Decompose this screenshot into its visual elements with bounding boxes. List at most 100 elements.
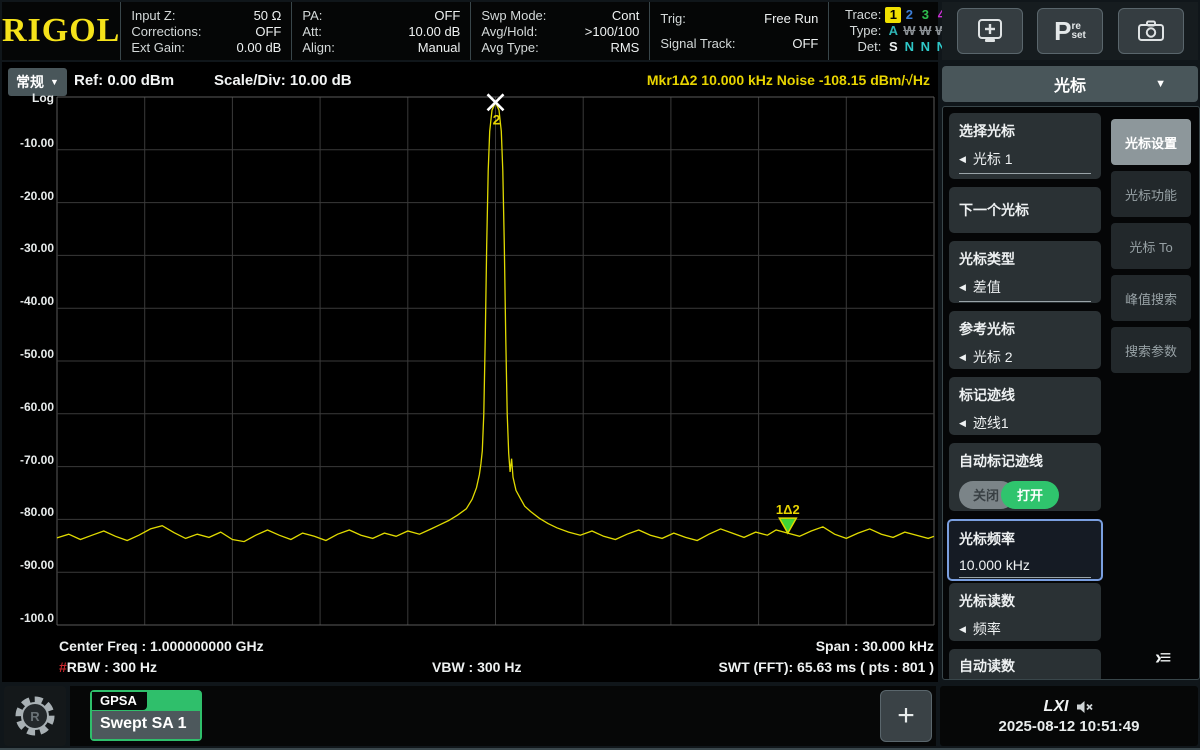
expand-menu-icon[interactable]: ›≡ bbox=[1155, 647, 1169, 670]
menu-button-4[interactable]: 标记迹线 ◀迹线1 bbox=[949, 377, 1101, 435]
auto-mark-trace-toggle[interactable]: 关闭打开 bbox=[959, 481, 1091, 509]
status-label: Ext Gain: bbox=[131, 40, 184, 55]
menu-button-6[interactable]: 光标频率10.000 kHz bbox=[947, 519, 1103, 581]
arrow-left-icon: ◀ bbox=[959, 282, 966, 293]
legend-label: Det: bbox=[837, 39, 881, 55]
status-label: Signal Track: bbox=[660, 36, 735, 51]
side-tab-1[interactable]: 光标功能 bbox=[1111, 171, 1191, 217]
delta-marker-label: 1Δ2 bbox=[776, 502, 800, 517]
menu-button-title: 自动标记迹线 bbox=[949, 443, 1101, 471]
camera-icon bbox=[1137, 20, 1165, 42]
legend-cell-1[interactable]: 1 bbox=[885, 7, 901, 23]
toggle-on-label[interactable]: 打开 bbox=[1001, 481, 1059, 509]
instrument-status-groups: Input Z:50 ΩCorrections:OFFExt Gain:0.00… bbox=[120, 2, 828, 60]
status-label: Corrections: bbox=[131, 24, 201, 39]
status-row: Input Z:50 Ω bbox=[131, 8, 281, 23]
menu-button-8[interactable]: 自动读数 bbox=[949, 649, 1101, 680]
legend-cell-3[interactable]: N bbox=[917, 39, 933, 55]
status-label: Att: bbox=[302, 24, 322, 39]
side-tab-3[interactable]: 峰值搜索 bbox=[1111, 275, 1191, 321]
top-status-bar: RIGOL Input Z:50 ΩCorrections:OFFExt Gai… bbox=[2, 2, 938, 60]
menu-button-5[interactable]: 自动标记迹线关闭打开 bbox=[949, 443, 1101, 511]
side-panel-title-label: 光标 bbox=[1054, 72, 1086, 96]
app-tab-swept-sa[interactable]: GPSA Swept SA 1 bbox=[90, 690, 202, 741]
y-axis-tick-label: -80.00 bbox=[4, 505, 54, 519]
legend-cell-3[interactable]: 3 bbox=[917, 7, 933, 23]
span-annotation[interactable]: Span : 30.000 kHz bbox=[816, 638, 934, 654]
app-tab-label: Swept SA 1 bbox=[92, 711, 200, 739]
ref-level-value[interactable]: Ref: 0.00 dBm bbox=[74, 72, 174, 89]
status-row: Avg Type: RMS bbox=[481, 40, 639, 55]
scale-div-value[interactable]: Scale/Div: 10.00 dB bbox=[214, 72, 352, 89]
status-value: Cont bbox=[612, 8, 639, 23]
status-row: Corrections:OFF bbox=[131, 24, 281, 39]
side-tab-2[interactable]: 光标 To bbox=[1111, 223, 1191, 269]
y-axis-tick-label: -70.00 bbox=[4, 453, 54, 467]
marker-menu-panel: 选择光标◀光标 1 下一个光标光标类型◀差值参考光标◀光标 2 标记迹线 ◀迹线1 自动… bbox=[942, 106, 1200, 680]
menu-button-7[interactable]: 光标读数 ◀频率 bbox=[949, 583, 1101, 641]
side-tab-0[interactable]: 光标设置 bbox=[1111, 119, 1191, 165]
status-label: Trig: bbox=[660, 11, 686, 26]
y-axis-tick-label: -10.00 bbox=[4, 136, 54, 150]
top-right-buttons: P reset bbox=[942, 2, 1198, 60]
menu-button-0[interactable]: 选择光标◀光标 1 bbox=[949, 113, 1101, 179]
status-group-0: Input Z:50 ΩCorrections:OFFExt Gain:0.00… bbox=[120, 2, 291, 60]
chevron-down-icon: ▼ bbox=[50, 77, 59, 87]
status-value: >100/100 bbox=[585, 24, 640, 39]
app-tab-bar: GPSA Swept SA 1 + bbox=[70, 686, 936, 746]
status-row: Align:Manual bbox=[302, 40, 460, 55]
legend-cell-1[interactable]: A bbox=[885, 23, 901, 39]
marker-readout: Mkr1Δ2 10.000 kHz Noise -108.15 dBm/√Hz bbox=[647, 72, 930, 88]
status-label: Avg Type: bbox=[481, 40, 538, 55]
rbw-coupled-hash: # bbox=[59, 659, 67, 675]
menu-button-value: ◀迹线1 bbox=[959, 413, 1091, 435]
menu-button-title: 自动读数 bbox=[949, 649, 1101, 680]
status-group-2: Swp Mode:ContAvg/Hold:>100/100Avg Type:R… bbox=[470, 2, 649, 60]
status-group-1: PA:OFFAtt:10.00 dBAlign:Manual bbox=[291, 2, 470, 60]
center-freq-annotation[interactable]: Center Freq : 1.000000000 GHz bbox=[59, 638, 264, 654]
gear-icon: R bbox=[11, 692, 59, 740]
status-row: Ext Gain:0.00 dB bbox=[131, 40, 281, 55]
preset-button[interactable]: P reset bbox=[1037, 8, 1103, 54]
status-group-3: Trig:Free RunSignal Track:OFF bbox=[649, 2, 828, 60]
spectrum-analyzer-screen: { "header": { "logo": "RIGOL", "info_gro… bbox=[0, 0, 1200, 750]
menu-button-3[interactable]: 参考光标◀光标 2 bbox=[949, 311, 1101, 369]
graticule-plot-area[interactable]: 21Δ2 bbox=[57, 97, 934, 625]
y-axis-tick-label: -40.00 bbox=[4, 294, 54, 308]
rigol-logo: RIGOL bbox=[2, 2, 120, 60]
menu-button-title: 光标频率 bbox=[949, 521, 1101, 549]
legend-cell-2[interactable]: W bbox=[901, 23, 917, 39]
status-label: Input Z: bbox=[131, 8, 175, 23]
legend-label: Trace: bbox=[837, 7, 881, 23]
vbw-annotation[interactable]: VBW : 300 Hz bbox=[432, 659, 521, 675]
y-axis-tick-label: -60.00 bbox=[4, 400, 54, 414]
status-value: OFF bbox=[434, 8, 460, 23]
screenshot-button[interactable] bbox=[1118, 8, 1184, 54]
status-value: RMS bbox=[610, 40, 639, 55]
menu-button-value: ◀光标 2 bbox=[959, 347, 1091, 369]
legend-cell-1[interactable]: S bbox=[885, 39, 901, 55]
status-row: Signal Track:OFF bbox=[660, 36, 818, 51]
side-panel-title[interactable]: 光标 ▼ bbox=[942, 66, 1198, 102]
status-label: Swp Mode: bbox=[481, 8, 546, 23]
side-tab-4[interactable]: 搜索参数 bbox=[1111, 327, 1191, 373]
menu-button-value: ◀频率 bbox=[959, 619, 1091, 641]
legend-cell-2[interactable]: N bbox=[901, 39, 917, 55]
system-gear-button[interactable]: R bbox=[4, 686, 66, 746]
system-status-panel[interactable]: LXI 2025-08-12 10:51:49 bbox=[940, 686, 1198, 746]
scale-mode-label: 常规 bbox=[16, 72, 44, 92]
add-window-button[interactable]: + bbox=[880, 690, 932, 742]
arrow-left-icon: ◀ bbox=[959, 418, 966, 429]
menu-button-title: 标记迹线 bbox=[949, 377, 1101, 405]
arrow-left-icon: ◀ bbox=[959, 352, 966, 363]
status-row: Att:10.00 dB bbox=[302, 24, 460, 39]
menu-button-title: 光标读数 bbox=[949, 583, 1101, 611]
legend-cell-2[interactable]: 2 bbox=[901, 7, 917, 23]
rbw-annotation[interactable]: #RBW : 300 Hz bbox=[59, 659, 157, 675]
status-label: Align: bbox=[302, 40, 335, 55]
y-axis-tick-label: -90.00 bbox=[4, 558, 54, 572]
legend-cell-3[interactable]: W bbox=[917, 23, 933, 39]
menu-button-1[interactable]: 下一个光标 bbox=[949, 187, 1101, 233]
menu-button-2[interactable]: 光标类型◀差值 bbox=[949, 241, 1101, 303]
multi-view-button[interactable] bbox=[957, 8, 1023, 54]
